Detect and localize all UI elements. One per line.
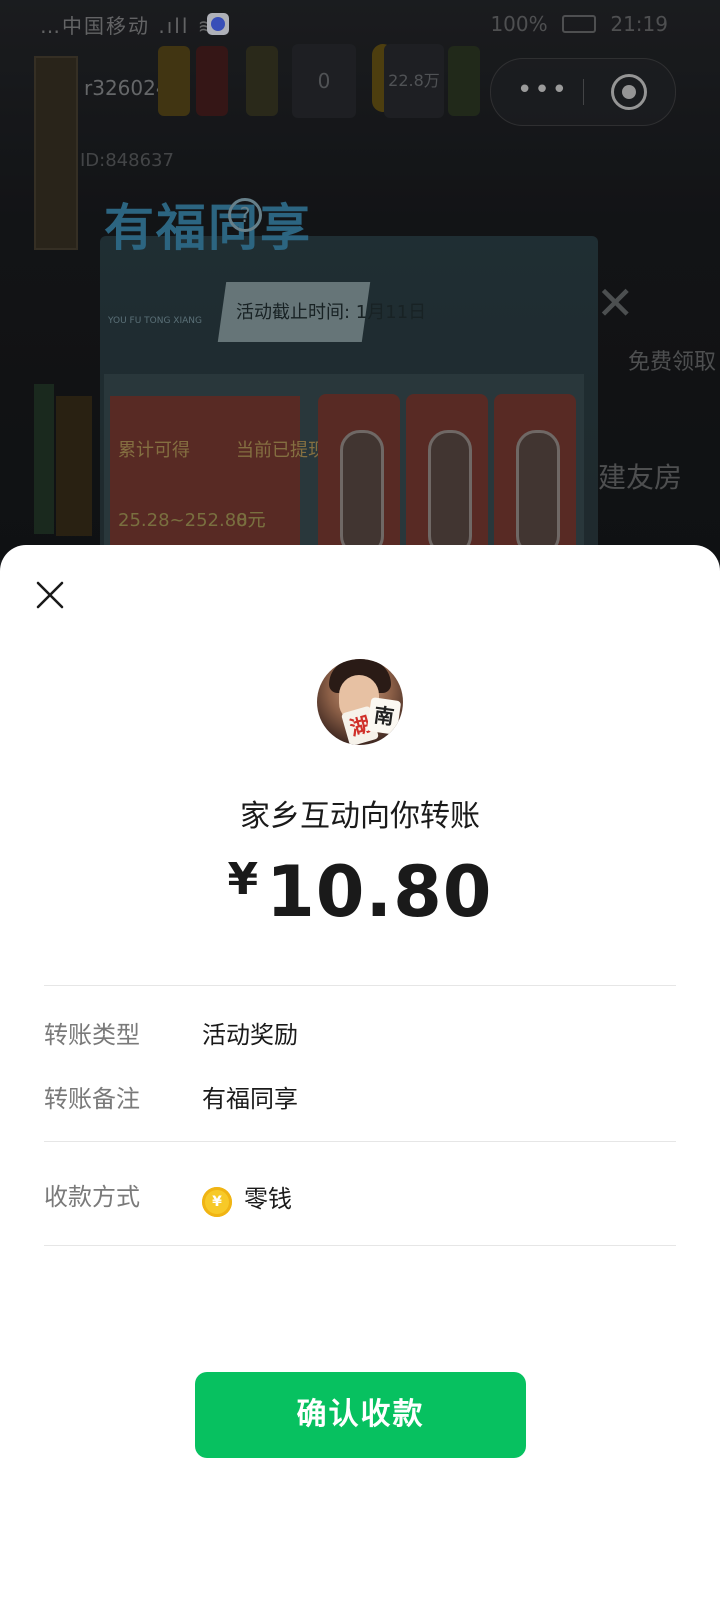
- confirm-receive-button[interactable]: 确认收款: [195, 1372, 526, 1458]
- modal-dim-overlay: [0, 0, 720, 560]
- transfer-amount: ¥10.80: [0, 851, 720, 933]
- payment-method-value: 零钱: [244, 1185, 292, 1213]
- mahjong-tile-icon: 南: [366, 697, 402, 735]
- transfer-sheet: 湖 南 家乡互动向你转账 ¥10.80 转账类型 活动奖励 转账备注 有福同享 …: [0, 545, 720, 1600]
- transfer-note-label: 转账备注: [44, 1085, 140, 1113]
- sender-avatar: 湖 南: [317, 659, 403, 745]
- payment-method-label: 收款方式: [44, 1183, 140, 1211]
- amount-value: 10.80: [266, 851, 493, 933]
- divider: [44, 1141, 676, 1142]
- transfer-type-value: 活动奖励: [202, 1021, 298, 1049]
- close-icon[interactable]: [30, 575, 70, 615]
- background-game-screen: …中国移动 .ıll ≋ 100% 21:19 r​326024... ID:8…: [0, 0, 720, 560]
- currency-symbol: ¥: [227, 854, 259, 905]
- coin-icon: ¥: [202, 1187, 232, 1217]
- transfer-note-value: 有福同享: [202, 1085, 298, 1113]
- divider: [44, 1245, 676, 1246]
- transfer-type-label: 转账类型: [44, 1021, 140, 1049]
- transfer-title: 家乡互动向你转账: [240, 799, 480, 834]
- divider: [44, 985, 676, 986]
